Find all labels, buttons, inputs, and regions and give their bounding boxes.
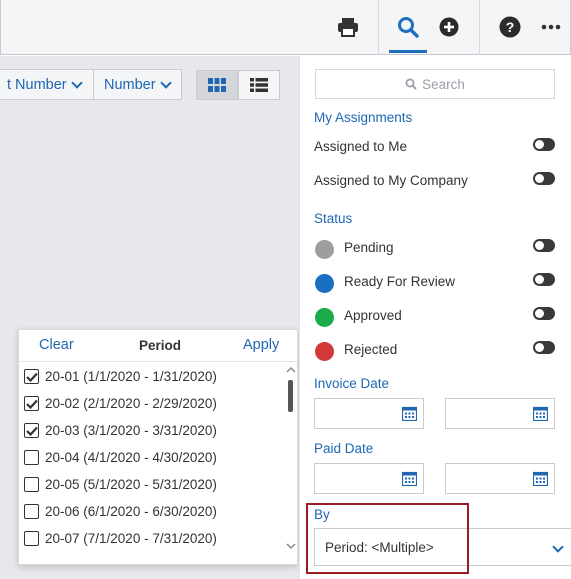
chevron-down-icon[interactable] — [285, 542, 297, 550]
scrollbar-thumb[interactable] — [288, 380, 293, 412]
paid-date-title: Paid Date — [314, 441, 374, 456]
filter-panel — [299, 56, 571, 579]
sort-dropdown-1-label: t Number — [7, 76, 67, 93]
period-popup-header: Clear Period Apply — [19, 330, 297, 362]
status-pending-label: Pending — [344, 240, 394, 255]
svg-text:?: ? — [506, 19, 515, 35]
filter-search-input[interactable]: Search — [315, 69, 555, 99]
list-view-button[interactable] — [238, 70, 280, 100]
period-label: 20-01 (1/1/2020 - 1/31/2020) — [45, 369, 217, 384]
calendar-icon[interactable] — [533, 406, 548, 421]
status-rejected-toggle[interactable] — [533, 341, 555, 354]
period-item[interactable]: 20-05 (5/1/2020 - 5/31/2020) — [19, 471, 287, 498]
period-item[interactable]: 20-02 (2/1/2020 - 2/29/2020) — [19, 390, 287, 417]
period-item[interactable]: 20-07 (7/1/2020 - 7/31/2020) — [19, 525, 287, 552]
status-dot-ready — [315, 274, 334, 293]
print-icon[interactable] — [331, 10, 365, 44]
sort-dropdown-2[interactable]: Number — [93, 69, 182, 100]
period-item[interactable]: 20-06 (6/1/2020 - 6/30/2020) — [19, 498, 287, 525]
search-placeholder: Search — [422, 76, 465, 92]
checkbox-checked[interactable] — [24, 369, 39, 384]
assigned-to-me-toggle[interactable] — [533, 138, 555, 151]
clear-button[interactable]: Clear — [39, 337, 74, 353]
check-icon — [25, 372, 38, 382]
period-item[interactable]: 20-04 (4/1/2020 - 4/30/2020) — [19, 444, 287, 471]
period-label: 20-02 (2/1/2020 - 2/29/2020) — [45, 396, 217, 411]
status-dot-approved — [315, 308, 334, 327]
status-dot-rejected — [315, 342, 334, 361]
sort-dropdown-2-label: Number — [104, 76, 156, 93]
apply-button[interactable]: Apply — [243, 337, 279, 353]
sort-dropdown-1[interactable]: t Number — [0, 69, 94, 100]
checkbox-unchecked[interactable] — [24, 531, 39, 546]
calendar-icon[interactable] — [402, 471, 417, 486]
period-label: 20-06 (6/1/2020 - 6/30/2020) — [45, 504, 217, 519]
paid-date-from-input[interactable] — [314, 463, 424, 494]
assigned-to-company-toggle[interactable] — [533, 172, 555, 185]
status-pending-toggle[interactable] — [533, 239, 555, 252]
period-list: 20-01 (1/1/2020 - 1/31/2020) 20-02 (2/1/… — [19, 363, 287, 552]
check-icon — [25, 399, 38, 409]
toolbar-divider — [479, 0, 480, 55]
highlight-box — [306, 503, 469, 574]
period-label: 20-04 (4/1/2020 - 4/30/2020) — [45, 450, 217, 465]
status-dot-pending — [315, 240, 334, 259]
grid-view-button[interactable] — [196, 70, 238, 100]
checkbox-unchecked[interactable] — [24, 477, 39, 492]
search-icon[interactable] — [391, 10, 425, 44]
more-icon[interactable] — [534, 10, 568, 44]
checkbox-unchecked[interactable] — [24, 450, 39, 465]
calendar-icon[interactable] — [533, 471, 548, 486]
grid-view-icon — [208, 78, 226, 92]
invoice-date-to-input[interactable] — [445, 398, 555, 429]
period-popup-title: Period — [139, 338, 182, 353]
period-label: 20-07 (7/1/2020 - 7/31/2020) — [45, 531, 217, 546]
assigned-to-company-label: Assigned to My Company — [314, 173, 468, 188]
calendar-icon[interactable] — [402, 406, 417, 421]
status-approved-label: Approved — [344, 308, 402, 323]
chevron-down-icon — [70, 76, 83, 89]
invoice-date-title: Invoice Date — [314, 376, 390, 391]
status-rejected-label: Rejected — [344, 342, 398, 357]
checkbox-checked[interactable] — [24, 423, 39, 438]
period-item[interactable]: 20-01 (1/1/2020 - 1/31/2020) — [19, 363, 287, 390]
toolbar-divider — [378, 0, 379, 55]
checkbox-checked[interactable] — [24, 396, 39, 411]
period-label: 20-03 (3/1/2020 - 3/31/2020) — [45, 423, 217, 438]
add-icon[interactable] — [432, 10, 466, 44]
top-toolbar: ? — [0, 0, 571, 55]
help-icon[interactable]: ? — [493, 10, 527, 44]
invoice-date-from-input[interactable] — [314, 398, 424, 429]
status-approved-toggle[interactable] — [533, 307, 555, 320]
period-label: 20-05 (5/1/2020 - 5/31/2020) — [45, 477, 217, 492]
paid-date-to-input[interactable] — [445, 463, 555, 494]
list-view-icon — [250, 78, 268, 92]
assigned-to-me-label: Assigned to Me — [314, 139, 408, 154]
chevron-up-icon[interactable] — [285, 366, 297, 374]
period-list-scrollbar[interactable] — [285, 366, 297, 556]
status-ready-label: Ready For Review — [344, 274, 456, 289]
status-ready-toggle[interactable] — [533, 273, 555, 286]
checkbox-unchecked[interactable] — [24, 504, 39, 519]
period-item[interactable]: 20-03 (3/1/2020 - 3/31/2020) — [19, 417, 287, 444]
period-popup: Clear Period Apply 20-01 (1/1/2020 - 1/3… — [18, 329, 298, 565]
chevron-down-icon — [159, 76, 172, 89]
status-title: Status — [314, 211, 353, 226]
active-tab-indicator — [389, 50, 427, 53]
check-icon — [25, 426, 38, 436]
search-icon — [405, 78, 417, 90]
my-assignments-title: My Assignments — [314, 110, 413, 125]
